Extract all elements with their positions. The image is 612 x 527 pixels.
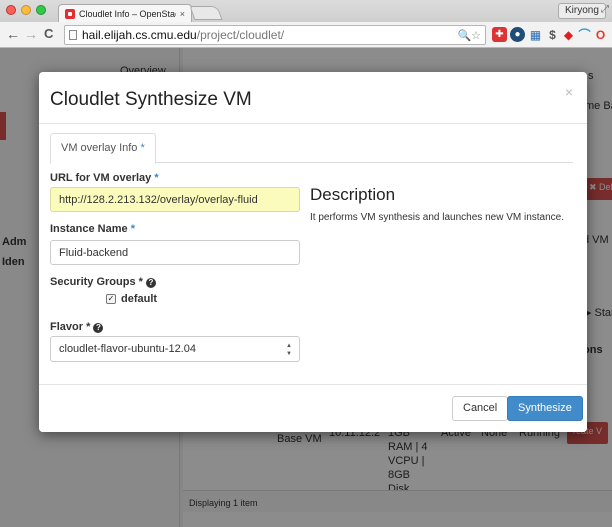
required-marker: * — [138, 276, 143, 288]
close-window-icon[interactable] — [6, 5, 16, 15]
url-path: /project/cloudlet/ — [196, 28, 285, 42]
description-title: Description — [310, 185, 396, 204]
browser-tab-strip: Cloudlet Info – OpenStack × Kiryong ⤢ — [0, 0, 612, 22]
instance-name-input[interactable] — [50, 240, 300, 265]
modal-title: Cloudlet Synthesize VM — [50, 89, 252, 110]
instance-name-label: Instance Name * — [50, 223, 135, 235]
reload-icon[interactable]: C — [44, 26, 53, 42]
page-icon — [69, 30, 77, 40]
modal-tabs: VM overlay Info * — [50, 133, 573, 164]
back-arrow-icon[interactable]: ← — [6, 26, 20, 42]
modal-footer: Cancel Synthesize — [39, 384, 587, 432]
required-marker: * — [130, 223, 135, 235]
address-bar[interactable]: hail.elijah.cs.cmu.edu/project/cloudlet/… — [64, 25, 486, 45]
record-icon[interactable]: ● — [510, 27, 525, 42]
shield-icon[interactable]: ✚ — [492, 27, 507, 42]
profile-button[interactable]: Kiryong — [558, 3, 606, 19]
url-host: hail.elijah.cs.cmu.edu — [82, 28, 197, 42]
security-group-default[interactable]: ✓ default — [106, 293, 157, 305]
openstack-favicon-icon — [65, 8, 75, 19]
zoom-window-icon[interactable] — [36, 5, 46, 15]
dollar-icon[interactable]: $ — [545, 27, 560, 42]
wifi-icon[interactable]: ⌒ — [577, 27, 592, 42]
browser-toolbar: ← → C hail.elijah.cs.cmu.edu/project/clo… — [0, 22, 612, 48]
browser-tab[interactable]: Cloudlet Info – OpenStack × — [58, 4, 192, 22]
flavor-select[interactable]: cloudlet-flavor-ubuntu-12.04 ▲ ▼ — [50, 336, 300, 362]
opera-icon[interactable]: O — [593, 27, 608, 42]
search-star-icon[interactable]: 🔍☆ — [457, 29, 481, 42]
security-groups-label-text: Security Groups — [50, 276, 136, 288]
fullscreen-icon[interactable]: ⤢ — [601, 4, 609, 15]
required-marker: * — [140, 142, 145, 154]
tab-label: VM overlay Info — [61, 142, 138, 154]
reddit-icon[interactable]: ◆ — [561, 27, 576, 42]
new-tab-button[interactable] — [189, 6, 223, 20]
flavor-label-text: Flavor — [50, 321, 84, 333]
modal-header: Cloudlet Synthesize VM × — [39, 72, 587, 124]
minimize-window-icon[interactable] — [21, 5, 31, 15]
clipboard-icon[interactable]: ▦ — [528, 27, 543, 42]
flavor-select-value: cloudlet-flavor-ubuntu-12.04 — [59, 343, 196, 355]
close-icon[interactable]: × — [565, 84, 573, 100]
browser-tab-title: Cloudlet Info – OpenStack — [79, 8, 176, 19]
url-overlay-input[interactable] — [50, 187, 300, 212]
security-groups-label: Security Groups * ? — [50, 276, 156, 288]
synthesize-button[interactable]: Synthesize — [507, 396, 583, 421]
instance-name-label-text: Instance Name — [50, 223, 128, 235]
flavor-label: Flavor * ? — [50, 321, 104, 333]
checkbox-checked-icon[interactable]: ✓ — [106, 294, 116, 304]
help-icon[interactable]: ? — [93, 323, 104, 333]
security-group-option-label: default — [121, 293, 158, 305]
cancel-button[interactable]: Cancel — [452, 396, 509, 421]
description-text: It performs VM synthesis and launches ne… — [310, 212, 565, 223]
tab-vm-overlay-info[interactable]: VM overlay Info * — [50, 133, 156, 164]
url-overlay-label-text: URL for VM overlay — [50, 172, 152, 184]
select-arrows-icon: ▲ ▼ — [286, 343, 292, 357]
url-overlay-label: URL for VM overlay * — [50, 172, 159, 184]
tab-close-icon[interactable]: × — [180, 9, 185, 19]
required-marker: * — [154, 172, 159, 184]
required-marker: * — [86, 321, 91, 333]
help-icon[interactable]: ? — [145, 278, 156, 288]
synthesize-vm-modal: Cloudlet Synthesize VM × VM overlay Info… — [39, 72, 587, 432]
forward-arrow-icon[interactable]: → — [24, 26, 38, 42]
